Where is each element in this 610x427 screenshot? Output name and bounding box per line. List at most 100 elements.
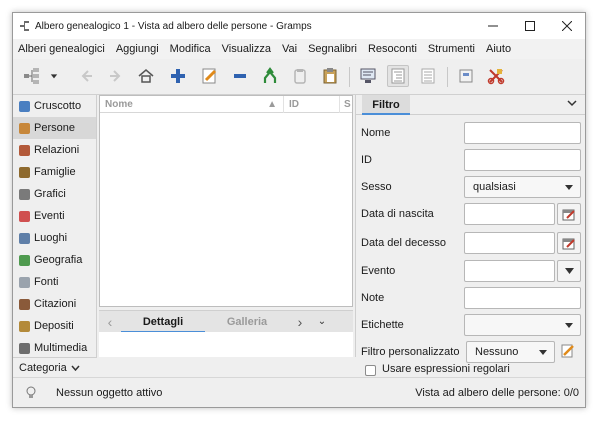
config-view-icon[interactable] bbox=[357, 65, 379, 87]
filter-row-note: Note bbox=[361, 287, 583, 309]
tab-filter[interactable]: Filtro bbox=[362, 95, 410, 115]
sort-up-icon: ▲ bbox=[267, 98, 277, 110]
column-header-id[interactable]: ID bbox=[284, 95, 340, 113]
status-view-count: Vista ad albero delle persone: 0/0 bbox=[415, 386, 579, 399]
sidebar-item-sources[interactable]: Fonti bbox=[13, 271, 96, 293]
maximize-button[interactable] bbox=[511, 13, 548, 39]
sidebar-item-charts[interactable]: Grafici bbox=[13, 183, 96, 205]
filter-row-name: Nome bbox=[361, 122, 583, 144]
flat-view-icon[interactable] bbox=[417, 65, 439, 87]
sidebar-item-repositories[interactable]: Depositi bbox=[13, 315, 96, 337]
menu-family-trees[interactable]: Alberi genealogici bbox=[18, 43, 105, 55]
dropdown-arrow-icon[interactable] bbox=[47, 65, 61, 87]
sidebar-item-geography[interactable]: Geografia bbox=[13, 249, 96, 271]
column-header-sex[interactable]: S bbox=[340, 99, 351, 110]
menu-bar: Alberi genealogici Aggiungi Modifica Vis… bbox=[13, 39, 585, 59]
sidebar-item-relationships[interactable]: Relazioni bbox=[13, 139, 96, 161]
bottom-bar: ‹ Dettagli Galleria › ⌄ bbox=[99, 310, 353, 333]
death-date-editor-button[interactable] bbox=[557, 232, 581, 254]
back-icon bbox=[75, 65, 97, 87]
sidebar-item-places[interactable]: Luoghi bbox=[13, 227, 96, 249]
filter-note-input[interactable] bbox=[464, 287, 581, 309]
sidebar-item-media[interactable]: Multimedia bbox=[13, 337, 96, 359]
families-icon bbox=[19, 166, 30, 178]
sidebar-item-events[interactable]: Eventi bbox=[13, 205, 96, 227]
sidebar-item-dashboard[interactable]: Cruscotto bbox=[13, 95, 96, 117]
home-icon[interactable] bbox=[135, 65, 157, 87]
clipboard-icon bbox=[289, 65, 311, 87]
sidebar-item-label: Grafici bbox=[34, 188, 66, 200]
filter-label-id: ID bbox=[361, 154, 372, 166]
family-trees-icon[interactable] bbox=[21, 65, 43, 87]
filter-name-input[interactable] bbox=[464, 122, 581, 144]
sidebar-item-citations[interactable]: Citazioni bbox=[13, 293, 96, 315]
menu-reports[interactable]: Resoconti bbox=[368, 43, 417, 55]
navigator-sidebar: Cruscotto Persone Relazioni Famiglie Grafici… bbox=[13, 95, 97, 377]
sidebar-item-label: Eventi bbox=[34, 210, 65, 222]
menu-tools[interactable]: Strumenti bbox=[428, 43, 475, 55]
title-bar: Albero genealogico 1 - Vista ad albero d… bbox=[13, 13, 585, 39]
filter-id-input[interactable] bbox=[464, 149, 581, 171]
remove-icon[interactable] bbox=[229, 65, 251, 87]
navigator-list: Cruscotto Persone Relazioni Famiglie Grafici… bbox=[13, 95, 96, 359]
calendar-edit-icon bbox=[562, 209, 575, 221]
filter-label-event: Evento bbox=[361, 265, 396, 277]
menu-help[interactable]: Aiuto bbox=[486, 43, 511, 55]
filter-sex-select[interactable]: qualsiasi bbox=[464, 176, 581, 198]
filter-event-input[interactable] bbox=[464, 260, 555, 282]
edit-custom-filter-button[interactable] bbox=[561, 344, 575, 361]
chevron-down-icon[interactable] bbox=[567, 98, 577, 110]
gramplet-area bbox=[99, 332, 353, 357]
paste-icon[interactable] bbox=[319, 65, 341, 87]
edit-icon[interactable] bbox=[199, 65, 221, 87]
charts-icon bbox=[19, 188, 30, 200]
merge-icon[interactable] bbox=[259, 65, 281, 87]
sidebar-item-families[interactable]: Famiglie bbox=[13, 161, 96, 183]
tree-view-icon[interactable] bbox=[387, 65, 409, 87]
sources-icon bbox=[19, 276, 30, 288]
filter-birth-date-input[interactable] bbox=[464, 203, 555, 225]
regex-checkbox[interactable] bbox=[365, 365, 376, 376]
menu-go[interactable]: Vai bbox=[282, 43, 297, 55]
minimize-button[interactable] bbox=[474, 13, 511, 39]
toolbar-separator bbox=[349, 67, 350, 87]
filter-sex-value: qualsiasi bbox=[473, 181, 516, 193]
dropdown-arrow-icon bbox=[565, 323, 573, 328]
regex-option[interactable]: Usare espressioni regolari bbox=[365, 359, 510, 377]
filter-row-death: Data del decesso bbox=[361, 232, 583, 254]
filter-custom-value: Nessuno bbox=[475, 346, 519, 358]
menu-add[interactable]: Aggiungi bbox=[116, 43, 159, 55]
dropdown-arrow-icon bbox=[565, 185, 573, 190]
filter-tags-select[interactable] bbox=[464, 314, 581, 336]
report-icon[interactable] bbox=[455, 65, 477, 87]
people-tree-list[interactable]: Nome ▲ ID S bbox=[99, 95, 353, 307]
event-dropdown-button[interactable] bbox=[557, 260, 581, 282]
column-header-name[interactable]: Nome ▲ bbox=[100, 95, 284, 113]
filter-label-note: Note bbox=[361, 292, 385, 304]
filter-row-birth: Data di nascita bbox=[361, 203, 583, 225]
sidebar-item-label: Famiglie bbox=[34, 166, 76, 178]
menu-bookmarks[interactable]: Segnalibri bbox=[308, 43, 357, 55]
sidebar-item-people[interactable]: Persone bbox=[13, 117, 96, 139]
regex-label: Usare espressioni regolari bbox=[382, 363, 510, 375]
people-icon bbox=[19, 122, 30, 134]
filter-label-birth: Data di nascita bbox=[361, 208, 434, 220]
close-button[interactable] bbox=[548, 13, 585, 39]
category-selector[interactable]: Categoria bbox=[13, 357, 97, 377]
status-bar: Nessun oggetto attivo Vista ad albero de… bbox=[13, 377, 585, 407]
gramps-app-icon bbox=[20, 20, 30, 32]
menu-view[interactable]: Visualizza bbox=[222, 43, 271, 55]
menu-edit[interactable]: Modifica bbox=[170, 43, 211, 55]
filter-death-date-input[interactable] bbox=[464, 232, 555, 254]
sidebar-item-label: Citazioni bbox=[34, 298, 77, 310]
tools-icon[interactable] bbox=[485, 65, 507, 87]
chevron-left-icon[interactable]: ‹ bbox=[99, 314, 121, 330]
filter-row-event: Evento bbox=[361, 260, 583, 282]
tab-details[interactable]: Dettagli bbox=[121, 311, 205, 333]
tab-gallery[interactable]: Galleria bbox=[205, 311, 289, 333]
add-icon[interactable] bbox=[167, 65, 189, 87]
birth-date-editor-button[interactable] bbox=[557, 203, 581, 225]
chevron-down-icon[interactable]: ⌄ bbox=[311, 316, 333, 327]
citations-icon bbox=[19, 298, 30, 310]
chevron-right-icon[interactable]: › bbox=[289, 314, 311, 330]
